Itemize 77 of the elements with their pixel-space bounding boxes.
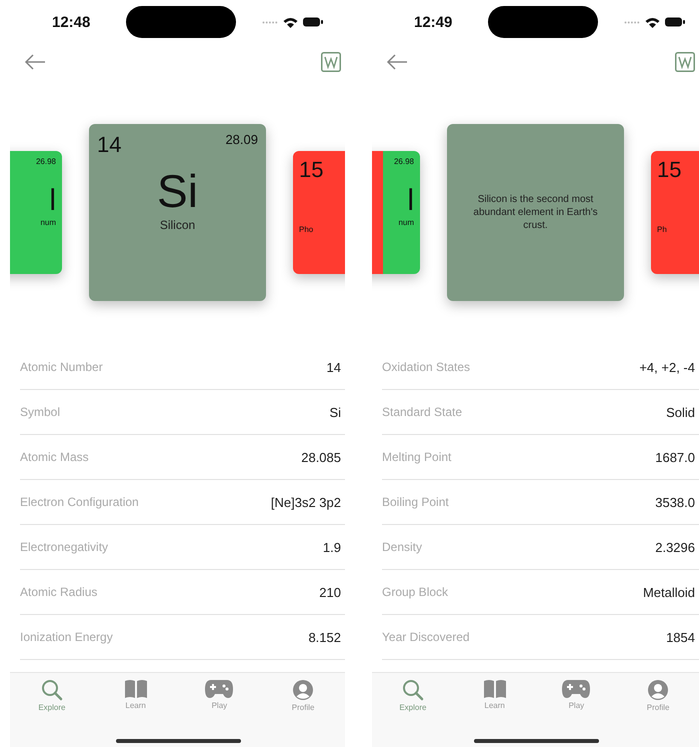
property-label: Boiling Point [382,495,449,509]
property-label: Standard State [382,405,462,419]
signal-icon [624,20,640,24]
property-label: Atomic Number [20,360,103,374]
property-value: 3538.0 [655,494,695,510]
property-value: Metalloid [642,584,695,600]
battery-icon [665,17,685,27]
tab-item[interactable]: Learn [106,679,166,710]
property-label: Electronegativity [20,540,108,554]
w-icon[interactable] [321,52,341,72]
tab-item[interactable]: Learn [464,679,525,710]
atomic-number: 15 [657,157,682,183]
w-icon[interactable] [675,52,695,72]
property-value: +4, +2, -4 [639,360,695,374]
property-value: 2.3296 [655,540,695,554]
element-symbol: Si [156,164,199,218]
battery-icon [303,17,323,27]
element-name: num [397,218,414,227]
status-time: 12:48 [52,14,92,30]
property-value: 1854 [666,630,695,644]
tab-item[interactable]: Profile [273,679,334,712]
gamepad-icon [561,679,592,699]
property-label: Ionization Energy [20,630,113,644]
element-symbol: l [48,184,56,218]
property-label: Year Discovered [382,630,470,644]
property-label: Oxidation States [382,360,470,374]
element-card[interactable]: Silicon is the second most abundant element in Earth's crust. [447,124,624,301]
status-time: 12:49 [414,14,454,30]
property-label: Group Block [382,585,448,599]
atomic-number: 15 [299,157,324,183]
property-value: [Ne]3s2 3p2 [270,494,341,510]
tab-item[interactable]: Play [546,679,606,710]
element-card[interactable]: 15 Ph [651,151,699,274]
property-label: Electron Configuration [20,495,139,509]
back-arrow-icon[interactable] [386,54,408,70]
tab-item[interactable]: Explore [22,679,82,712]
fact-text: Silicon is the second most abundant element in Earth's crust. [472,193,599,232]
property-value: 210 [319,584,341,600]
element-card[interactable]: 26.98 l num [10,151,62,274]
tab-item[interactable]: Explore [382,679,443,712]
property-label: Atomic Radius [20,585,98,599]
search-icon [40,679,63,701]
book-icon [124,679,148,699]
property-value: Si [329,404,341,420]
element-card[interactable]: 15 Pho [293,151,345,274]
element-card[interactable]: 26.98 l num [372,151,420,274]
atomic-mass: 28.09 [225,132,258,149]
search-icon [402,679,424,701]
atomic-number: 14 [97,132,122,158]
property-value: 8.152 [308,630,341,644]
wifi-icon [645,16,660,28]
back-arrow-icon[interactable] [24,54,46,70]
property-value: Solid [666,404,695,420]
property-label: Symbol [20,405,60,419]
property-label: Density [382,540,422,554]
element-card[interactable]: 14 28.09 Si Silicon [89,124,266,301]
property-value: 28.085 [301,450,341,464]
element-name: Ph [657,225,668,234]
property-value: 14 [326,360,341,374]
book-icon [482,679,507,699]
profile-icon [292,679,314,701]
property-value: 1.9 [322,540,341,554]
property-label: Melting Point [382,450,452,464]
tab-item[interactable]: Profile [628,679,688,712]
element-symbol: l [406,184,414,218]
atomic-mass: 26.98 [36,157,56,166]
wifi-icon [283,16,298,28]
tab-item[interactable]: Play [189,679,250,710]
atomic-mass: 26.98 [394,157,414,166]
signal-icon [262,20,278,24]
element-name: num [39,218,56,227]
property-value: 1687.0 [655,450,695,464]
gamepad-icon [204,679,234,699]
profile-icon [647,679,670,701]
property-label: Atomic Mass [20,450,89,464]
element-name: Pho [299,225,314,234]
element-name: Silicon [158,218,196,232]
